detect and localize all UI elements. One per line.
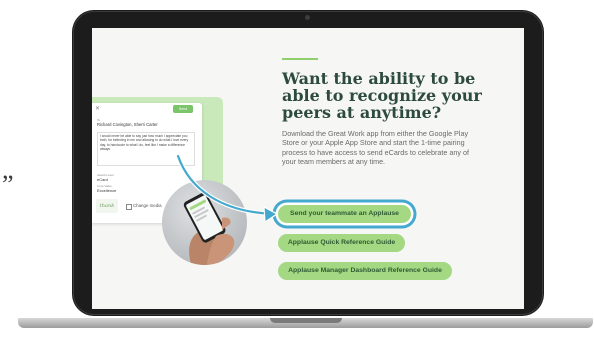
laptop-base-notch [270, 318, 342, 323]
pointer-arrow-icon [175, 153, 279, 224]
